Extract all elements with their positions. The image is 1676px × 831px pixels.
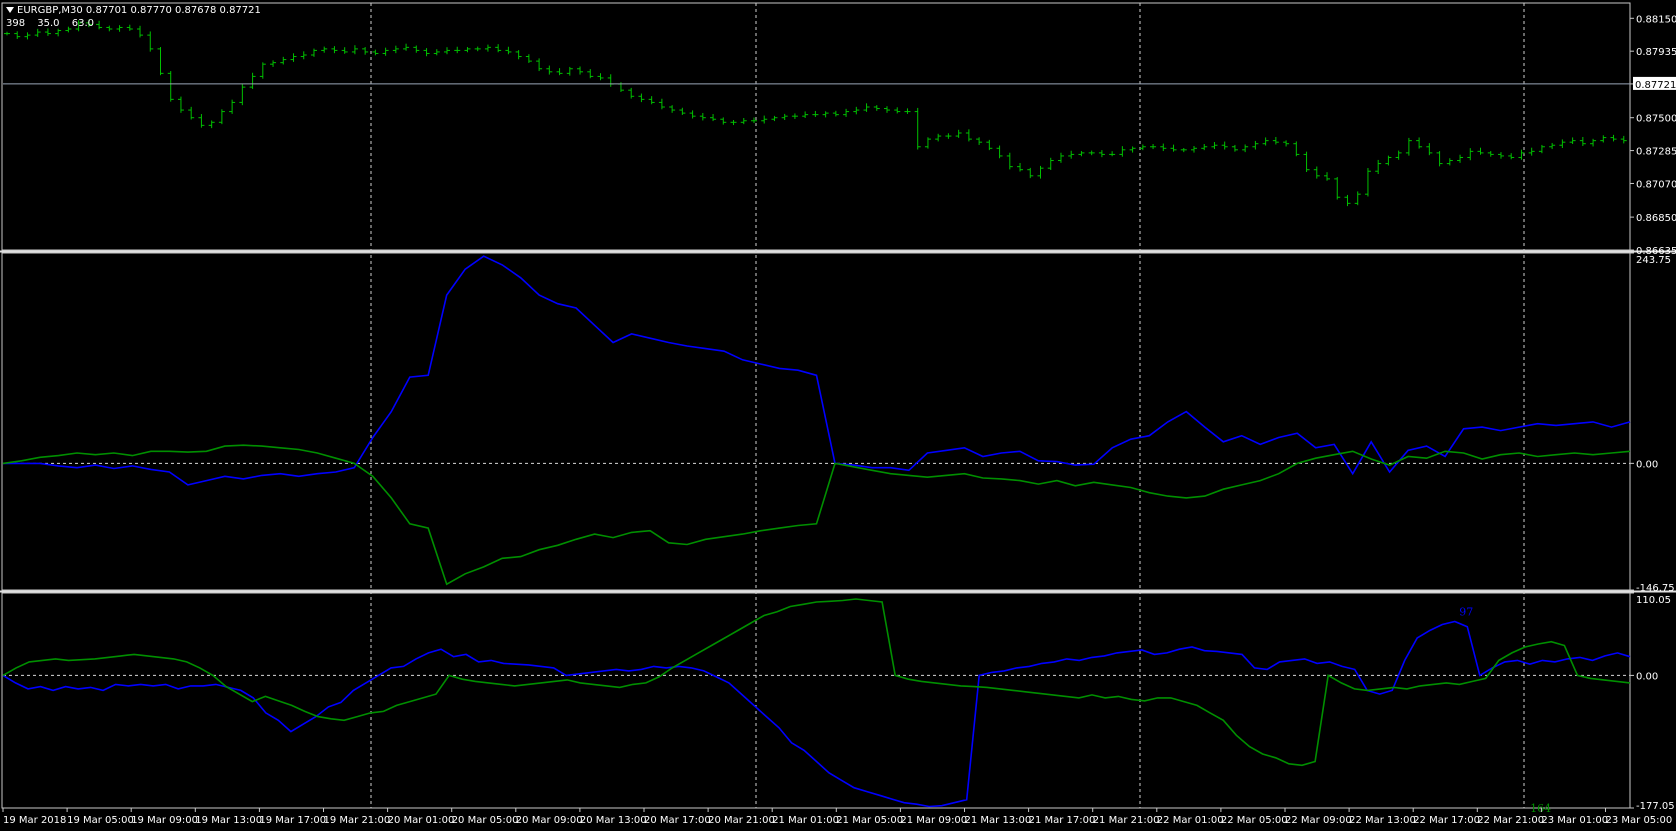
time-label: 21 Mar 09:00 (900, 815, 967, 826)
indicator-scale-label: 243.75 (1636, 255, 1671, 266)
symbol-info: EURGBP,M30 0.87701 0.87770 0.87678 0.877… (17, 5, 261, 16)
chart-header: EURGBP,M30 0.87701 0.87770 0.87678 0.877… (6, 4, 261, 30)
time-label: 21 Mar 05:00 (836, 815, 903, 826)
time-label: 22 Mar 01:00 (1157, 815, 1224, 826)
time-label: 22 Mar 17:00 (1413, 815, 1480, 826)
time-label: 20 Mar 21:00 (708, 815, 775, 826)
price-scale-label: 0.87285 (1636, 147, 1676, 158)
value-annotation: 97 (1459, 605, 1473, 618)
chart-background (0, 0, 1676, 831)
time-label: 19 Mar 21:00 (324, 815, 391, 826)
time-label: 22 Mar 09:00 (1285, 815, 1352, 826)
time-label: 19 Mar 05:00 (67, 815, 134, 826)
price-scale-label: 0.87500 (1636, 114, 1676, 125)
indicator-param-1: 398 (6, 18, 26, 29)
time-label: 19 Mar 17:00 (259, 815, 326, 826)
value-annotation: 164 (1530, 802, 1551, 815)
time-label: 21 Mar 21:00 (1093, 815, 1160, 826)
indicator-scale-label: -146.75 (1636, 583, 1675, 594)
time-label: 19 Mar 2018 (3, 815, 66, 826)
time-label: 23 Mar 05:00 (1606, 815, 1673, 826)
indicator-scale-label: 110.05 (1636, 595, 1671, 606)
time-label: 22 Mar 05:00 (1221, 815, 1288, 826)
time-label: 22 Mar 21:00 (1477, 815, 1544, 826)
time-label: 22 Mar 13:00 (1349, 815, 1416, 826)
trading-chart[interactable]: 3564129176 9716411871 0.881500.879350.87… (0, 0, 1676, 831)
time-label: 20 Mar 13:00 (580, 815, 647, 826)
indicator-scale-label: 0.00 (1636, 671, 1658, 682)
time-label: 20 Mar 17:00 (644, 815, 711, 826)
time-label: 21 Mar 01:00 (772, 815, 839, 826)
collapse-triangle-icon[interactable] (6, 7, 14, 13)
time-label: 20 Mar 09:00 (516, 815, 583, 826)
time-label: 19 Mar 09:00 (131, 815, 198, 826)
indicator-param-3: 63.0 (71, 18, 94, 29)
indicator-scale-label: 0.00 (1636, 459, 1658, 470)
time-label: 20 Mar 01:00 (388, 815, 455, 826)
indicator-param-2: 35.0 (37, 18, 60, 29)
price-scale-label: 0.86850 (1636, 213, 1676, 224)
price-scale-label: 0.88150 (1636, 14, 1676, 25)
time-label: 20 Mar 05:00 (452, 815, 519, 826)
time-label: 21 Mar 13:00 (965, 815, 1032, 826)
price-scale-label: 0.87935 (1636, 47, 1676, 58)
time-label: 23 Mar 01:00 (1541, 815, 1608, 826)
indicator-scale-label: -177.05 (1636, 801, 1675, 812)
price-scale-label: 0.87070 (1636, 179, 1676, 190)
time-label: 21 Mar 17:00 (1029, 815, 1096, 826)
current-price-label: 0.87721 (1635, 80, 1676, 91)
time-label: 19 Mar 13:00 (195, 815, 262, 826)
